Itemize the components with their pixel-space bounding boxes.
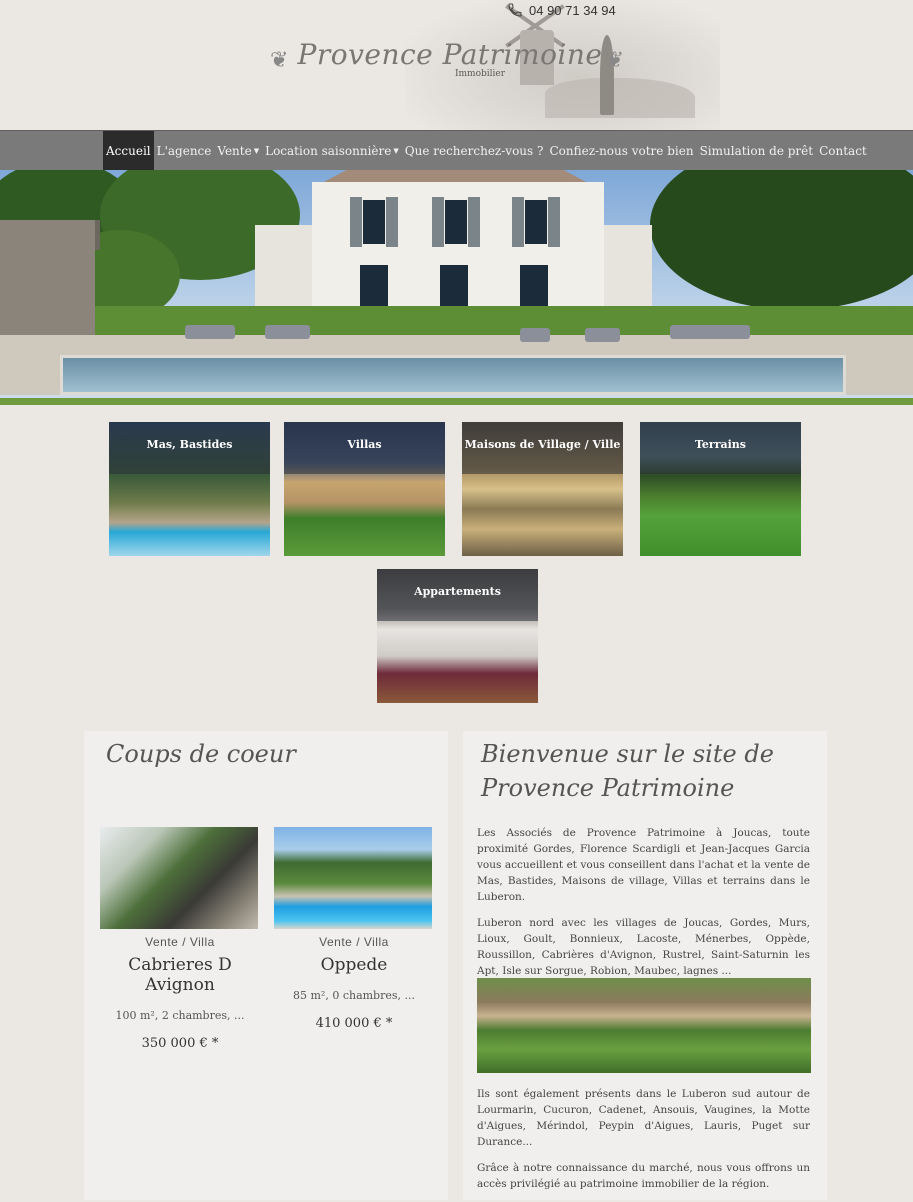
category-label: Mas, Bastides	[146, 438, 233, 451]
nav-item-vente[interactable]: Vente ▼	[214, 131, 262, 170]
favorites-title: Coups de coeur	[106, 740, 296, 768]
nav-item-contact[interactable]: Contact	[816, 131, 870, 170]
listing-photo[interactable]	[274, 827, 432, 929]
nav-item-que-recherchez-vous[interactable]: Que recherchez-vous ?	[402, 131, 547, 170]
listing-price: 350 000 € *	[141, 1036, 219, 1051]
site-logo[interactable]: ❦ Provence Patrimoine Immobilier ❦	[270, 38, 630, 98]
listing-details: 100 m², 2 chambres, ...	[115, 1009, 245, 1022]
nav-label: Location saisonnière	[265, 143, 392, 158]
aerial-property-photo	[477, 978, 811, 1073]
favorites-panel: Coups de coeur Vente / Villa Cabrieres D…	[84, 731, 448, 1200]
listing-details: 85 m², 0 chambres, ...	[293, 989, 415, 1002]
category-tile-villas[interactable]: Villas	[284, 422, 445, 556]
caret-down-icon: ▼	[253, 146, 260, 155]
listing-card[interactable]: Vente / Villa Cabrieres D Avignon 100 m²…	[100, 827, 260, 1051]
listing-name[interactable]: Oppede	[274, 955, 434, 975]
nav-item-simulation-pret[interactable]: Simulation de prêt	[697, 131, 817, 170]
phone-icon	[508, 3, 522, 17]
listing-photo[interactable]	[100, 827, 258, 929]
nav-label: Confiez-nous votre bien	[549, 143, 694, 158]
category-tile-maisons-village[interactable]: Maisons de Village / Ville	[462, 422, 623, 556]
nav-label: Que recherchez-vous ?	[404, 143, 544, 158]
nav-label: Simulation de prêt	[699, 143, 814, 158]
flourish-left-icon: ❦	[270, 48, 289, 73]
welcome-paragraph: Ils sont également présents dans le Lube…	[477, 1088, 810, 1148]
category-tile-appartements[interactable]: Appartements	[377, 569, 538, 703]
listing-type: Vente / Villa	[319, 935, 389, 949]
hero-image-villa-pool	[0, 170, 913, 405]
listing-card[interactable]: Vente / Villa Oppede 85 m², 0 chambres, …	[274, 827, 434, 1031]
category-tile-terrains[interactable]: Terrains	[640, 422, 801, 556]
caret-down-icon: ▼	[393, 146, 399, 155]
nav-item-accueil[interactable]: Accueil	[103, 131, 154, 170]
welcome-text-2: Ils sont également présents dans le Lube…	[477, 1086, 810, 1202]
welcome-title: Bienvenue sur le site de Provence Patrim…	[481, 737, 774, 805]
nav-label: Accueil	[106, 143, 151, 158]
category-label: Maisons de Village / Ville	[464, 438, 621, 451]
welcome-paragraph: Les Associés de Provence Patrimoine à Jo…	[477, 827, 810, 903]
logo-title: Provence Patrimoine	[297, 38, 603, 71]
site-header: 04 90 71 34 94 ❦ Provence Patrimoine Imm…	[0, 0, 913, 130]
welcome-title-line1: Bienvenue sur le site de	[481, 740, 774, 768]
welcome-panel: Bienvenue sur le site de Provence Patrim…	[463, 731, 827, 1200]
category-label: Villas	[347, 438, 382, 451]
listing-name[interactable]: Cabrieres D Avignon	[100, 955, 260, 995]
main-navigation: Accueil L'agence Vente ▼ Location saisonn…	[0, 130, 913, 171]
nav-item-agence[interactable]: L'agence	[154, 131, 215, 170]
welcome-title-line2: Provence Patrimoine	[481, 774, 735, 802]
listing-type: Vente / Villa	[145, 935, 215, 949]
nav-label: Vente	[217, 143, 252, 158]
category-label: Appartements	[414, 585, 501, 598]
welcome-paragraph: Luberon nord avec les villages de Joucas…	[477, 917, 810, 977]
nav-item-confiez-nous[interactable]: Confiez-nous votre bien	[546, 131, 696, 170]
welcome-paragraph: Grâce à notre connaissance du marché, no…	[477, 1162, 810, 1190]
nav-label: L'agence	[156, 143, 212, 158]
category-tile-mas-bastides[interactable]: Mas, Bastides	[109, 422, 270, 556]
flourish-right-icon: ❦	[605, 48, 624, 73]
category-label: Terrains	[694, 438, 746, 451]
phone-contact[interactable]: 04 90 71 34 94	[507, 0, 616, 20]
listing-price: 410 000 € *	[315, 1016, 393, 1031]
nav-label: Contact	[819, 143, 867, 158]
swimming-pool	[60, 355, 846, 395]
nav-item-location-saisonniere[interactable]: Location saisonnière ▼	[262, 131, 402, 170]
welcome-text: Les Associés de Provence Patrimoine à Jo…	[477, 825, 810, 989]
phone-number[interactable]: 04 90 71 34 94	[529, 3, 616, 18]
